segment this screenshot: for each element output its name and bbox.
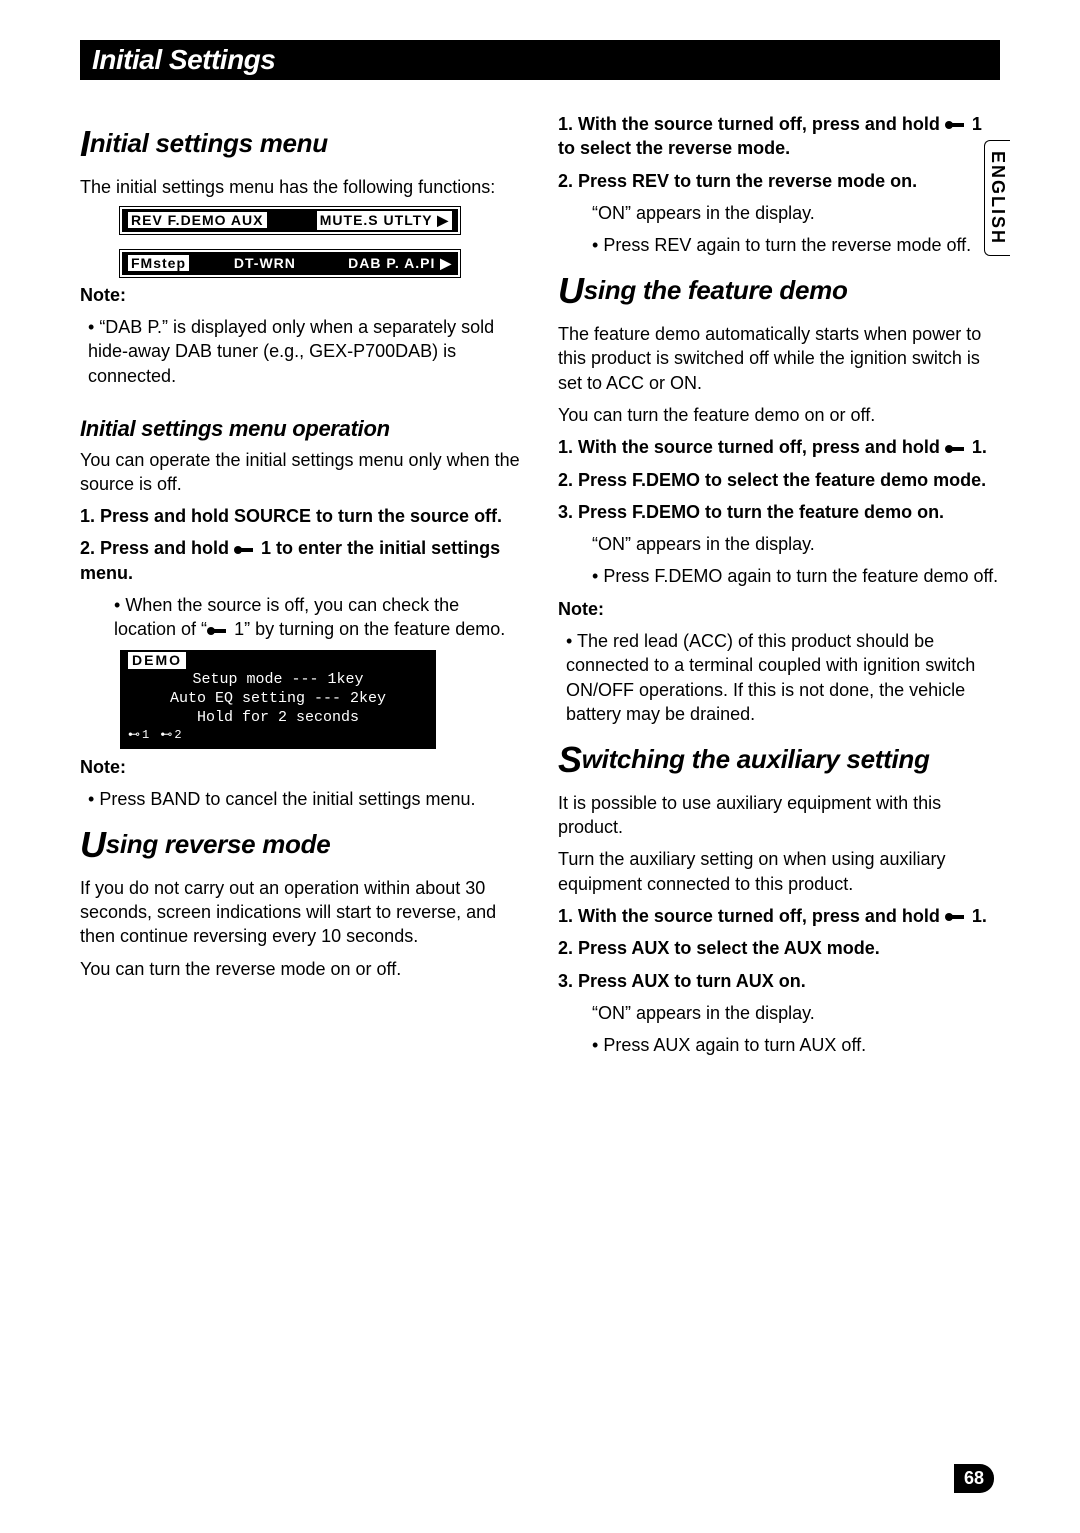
aux-step-3-sub2: • Press AUX again to turn AUX off. xyxy=(592,1033,1000,1057)
aux-step-1: 1. With the source turned off, press and… xyxy=(558,904,1000,928)
rev-step-2-sub2: • Press REV again to turn the reverse mo… xyxy=(592,233,1000,257)
key-icon xyxy=(945,443,967,455)
aux-intro-2: Turn the auxiliary setting on when using… xyxy=(558,847,1000,896)
key-icon xyxy=(945,911,967,923)
step-1: 1. Press and hold SOURCE to turn the sou… xyxy=(80,504,522,528)
fd-step-3: 3. Press F.DEMO to turn the feature demo… xyxy=(558,500,1000,524)
reverse-intro: If you do not carry out an operation wit… xyxy=(80,876,522,949)
lcd-display-menu: REV F.DEMO AUX MUTE.S UTLTY ▶ FMstep DT-… xyxy=(120,207,460,277)
step-2: 2. Press and hold 1 to enter the initial… xyxy=(80,536,522,585)
key-icon xyxy=(207,625,229,637)
heading-reverse-mode: Using reverse mode xyxy=(80,821,522,870)
note-2-text: • Press BAND to cancel the initial setti… xyxy=(88,787,522,811)
fd-intro-2: You can turn the feature demo on or off. xyxy=(558,403,1000,427)
aux-step-2: 2. Press AUX to select the AUX mode. xyxy=(558,936,1000,960)
key-icon xyxy=(945,119,967,131)
intro-text: The initial settings menu has the follow… xyxy=(80,175,522,199)
note-label-2: Note: xyxy=(80,755,522,779)
section-title-bar: Initial Settings xyxy=(80,40,1000,80)
fd-intro-1: The feature demo automatically starts wh… xyxy=(558,322,1000,395)
aux-step-3-sub1: “ON” appears in the display. xyxy=(592,1001,1000,1025)
aux-intro-1: It is possible to use auxiliary equipmen… xyxy=(558,791,1000,840)
rev-step-1: 1. With the source turned off, press and… xyxy=(558,112,1000,161)
right-column: 1. With the source turned off, press and… xyxy=(558,110,1000,1066)
rev-step-2-sub1: “ON” appears in the display. xyxy=(592,201,1000,225)
note-label: Note: xyxy=(80,283,522,307)
fd-step-1: 1. With the source turned off, press and… xyxy=(558,435,1000,459)
fd-note-text: • The red lead (ACC) of this product sho… xyxy=(566,629,1000,726)
fd-step-2: 2. Press F.DEMO to select the feature de… xyxy=(558,468,1000,492)
lcd-demo-display: DEMO Setup mode --- 1key Auto EQ setting… xyxy=(120,650,436,749)
operation-intro: You can operate the initial settings men… xyxy=(80,448,522,497)
reverse-intro-2: You can turn the reverse mode on or off. xyxy=(80,957,522,981)
step-2-sub: • When the source is off, you can check … xyxy=(114,593,522,642)
heading-operation: Initial settings menu operation xyxy=(80,414,522,444)
fd-step-3-sub1: “ON” appears in the display. xyxy=(592,532,1000,556)
language-tab: ENGLISH xyxy=(984,140,1010,256)
left-column: Initial settings menu The initial settin… xyxy=(80,110,522,1066)
aux-step-3: 3. Press AUX to turn AUX on. xyxy=(558,969,1000,993)
fd-note-label: Note: xyxy=(558,597,1000,621)
heading-feature-demo: Using the feature demo xyxy=(558,267,1000,316)
heading-initial-settings-menu: Initial settings menu xyxy=(80,120,522,169)
note-text: • “DAB P.” is displayed only when a sepa… xyxy=(88,315,522,388)
page-number: 68 xyxy=(954,1464,994,1493)
heading-aux: Switching the auxiliary setting xyxy=(558,736,1000,785)
key-icon xyxy=(234,544,256,556)
rev-step-2: 2. Press REV to turn the reverse mode on… xyxy=(558,169,1000,193)
fd-step-3-sub2: • Press F.DEMO again to turn the feature… xyxy=(592,564,1000,588)
